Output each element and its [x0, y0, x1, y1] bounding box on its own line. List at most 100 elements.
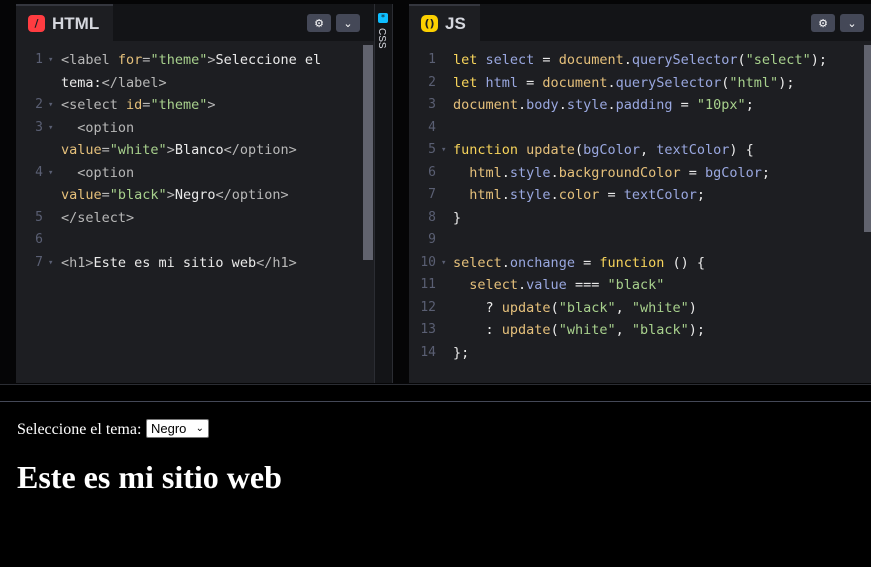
fold-arrow-icon[interactable]: ▾ [48, 252, 53, 275]
code-token: "white" [631, 299, 689, 316]
code-text: select.onchange = function () { [453, 252, 705, 275]
code-text: </select> [61, 207, 134, 230]
code-token: value [526, 277, 567, 293]
code-token: "black" [607, 277, 665, 293]
fold-arrow-icon[interactable]: ▾ [48, 49, 53, 72]
code-line: 5 </select> [16, 207, 374, 230]
code-token: let [453, 52, 486, 68]
js-collapse-chevron-down-icon[interactable]: ⌄ [840, 14, 864, 32]
code-token: Blanco [174, 142, 224, 158]
line-number: 13 [420, 322, 436, 337]
code-token: ) [688, 299, 697, 316]
code-token: textColor [623, 187, 697, 203]
js-tab[interactable]: () JS [409, 4, 480, 41]
code-text: let html = document.querySelector("html"… [453, 72, 794, 95]
code-token: . [550, 164, 559, 181]
html-code-editor[interactable]: 1 ▾ <label for="theme">Seleccione el tema:<… [16, 45, 374, 383]
code-text: ? update("black", "white") [453, 297, 697, 320]
code-line: 1 ▾ <label for="theme">Seleccione el [16, 49, 374, 72]
code-text: <option [61, 162, 134, 185]
code-token: = [680, 164, 706, 181]
css-collapsed-panel[interactable]: * CSS [374, 4, 393, 383]
code-token: backgroundColor [558, 164, 681, 181]
line-number: 9 [428, 232, 436, 247]
code-token: ( [550, 322, 559, 338]
html-editor-scrollbar[interactable] [363, 45, 373, 260]
code-token: "white" [109, 142, 167, 158]
select-chevron-down-icon: ⌄ [195, 423, 204, 434]
line-number: 6 [428, 164, 436, 180]
code-text: : update("white", "black"); [453, 319, 706, 342]
js-settings-gear-icon[interactable]: ⚙ [811, 14, 835, 32]
code-token: "10px" [696, 97, 746, 113]
code-token: <label [61, 52, 118, 68]
fold-arrow-icon[interactable]: ▾ [441, 252, 446, 275]
code-token: document [542, 74, 608, 91]
code-token: () { [672, 254, 706, 271]
line-number: 3 [428, 97, 436, 112]
line-number: 5 [428, 142, 436, 157]
line-number: 1 [35, 52, 43, 67]
code-token: document [558, 52, 624, 68]
fold-arrow-icon[interactable]: ▾ [48, 94, 53, 117]
fold-arrow-icon[interactable]: ▾ [441, 139, 446, 162]
line-number: 4 [428, 119, 436, 135]
code-token: . [518, 277, 527, 293]
code-token: </option> [215, 187, 289, 203]
code-token: . [623, 52, 632, 68]
line-number: 12 [420, 299, 436, 315]
code-line: 4 [409, 117, 871, 140]
js-logo-icon: () [421, 15, 438, 32]
html-settings-gear-icon[interactable]: ⚙ [307, 14, 331, 32]
code-token: ); [778, 74, 795, 91]
code-line: 1 let select = document.querySelector("se… [409, 49, 871, 72]
code-token: bgColor [705, 164, 762, 181]
code-token: style [509, 164, 551, 181]
code-token: . [518, 97, 527, 113]
code-token: ; [745, 97, 754, 113]
result-preview: Seleccione el tema: Negro ⌄ Este es mi s… [0, 384, 871, 567]
code-token: . [550, 187, 559, 203]
editor-area: / HTML ⚙ ⌄ 1 ▾ <label for="theme">Seleccio… [0, 0, 871, 384]
code-token: = [672, 97, 697, 113]
code-token: update [526, 142, 575, 158]
code-token: select [485, 52, 535, 68]
code-token: function [599, 254, 673, 271]
theme-select-label: Seleccione el tema: [17, 421, 142, 438]
code-text: value="white">Blanco</option> [61, 139, 297, 162]
fold-arrow-icon[interactable]: ▾ [48, 162, 53, 185]
html-tab-label: HTML [52, 13, 100, 33]
code-token: "theme" [150, 97, 208, 113]
code-text: <label for="theme">Seleccione el [61, 49, 321, 72]
code-token: </h1> [256, 254, 297, 271]
js-code-editor[interactable]: 1 let select = document.querySelector("se… [409, 45, 871, 383]
html-tab[interactable]: / HTML [16, 4, 114, 41]
code-token: html [453, 187, 502, 203]
js-tab-label: JS [445, 13, 466, 33]
code-token: "theme" [150, 52, 208, 68]
code-token: update [501, 299, 551, 316]
html-collapse-chevron-down-icon[interactable]: ⌄ [336, 14, 360, 32]
code-token: . [501, 254, 510, 271]
code-line: 8} [409, 207, 871, 230]
code-token: }; [453, 344, 470, 361]
preview-resize-bar[interactable] [0, 385, 871, 402]
code-line: value="black">Negro</option> [16, 184, 374, 207]
code-token: = [518, 74, 543, 91]
code-line: 10 ▾ select.onchange = function () { [409, 252, 871, 275]
code-line: 6 [16, 229, 374, 252]
code-token: . [558, 97, 567, 113]
line-number: 4 [35, 164, 43, 180]
theme-select[interactable]: Negro ⌄ [146, 419, 209, 438]
code-text: function update(bgColor, textColor) { [453, 139, 754, 162]
code-line: 12 ? update("black", "white") [409, 297, 871, 320]
code-token: ) { [729, 142, 754, 158]
line-number: 14 [420, 344, 436, 360]
code-token: <option [61, 119, 135, 136]
js-editor-scrollbar[interactable] [864, 45, 871, 232]
code-line: 2 ▾ <select id="theme"> [16, 94, 374, 117]
code-token: ); [810, 52, 827, 68]
fold-arrow-icon[interactable]: ▾ [48, 117, 53, 140]
code-text: <h1>Este es mi sitio web</h1> [61, 252, 297, 275]
code-token: for [117, 52, 143, 68]
